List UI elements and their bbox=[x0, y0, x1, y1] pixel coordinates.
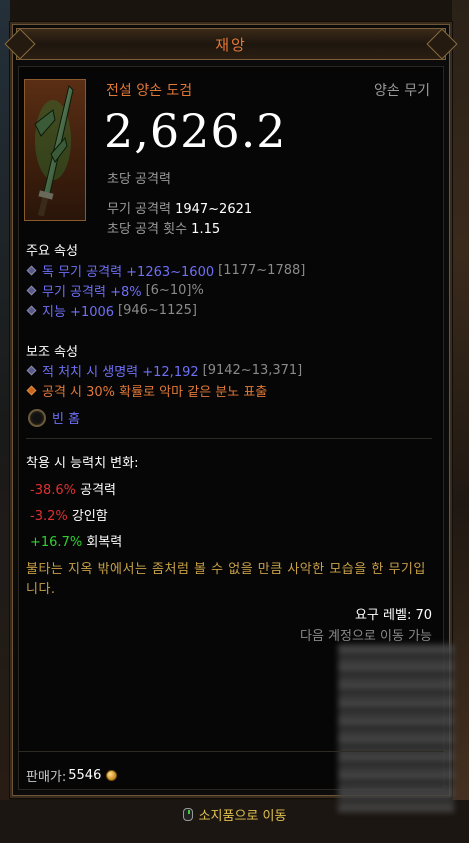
sell-price-amount: 5546 bbox=[68, 768, 102, 783]
obscured-region bbox=[338, 644, 454, 812]
weapon-damage-label: 무기 공격력 bbox=[107, 202, 171, 217]
diamond-bullet-icon bbox=[26, 365, 37, 376]
divider bbox=[18, 751, 444, 752]
divider bbox=[26, 438, 432, 439]
required-level: 요구 레벨: 70 bbox=[354, 608, 432, 623]
weapon-damage: 무기 공격력 1947~2621 bbox=[107, 198, 252, 217]
sell-price: 판매가: 5546 bbox=[26, 766, 118, 785]
changes-heading: 착용 시 능력치 변화: bbox=[26, 456, 139, 471]
item-name: 재앙 bbox=[215, 35, 247, 54]
diamond-bullet-icon bbox=[26, 265, 37, 276]
attack-speed-label: 초당 공격 횟수 bbox=[107, 222, 188, 237]
empty-socket: 빈 홈 bbox=[28, 408, 80, 427]
primary-attr: 지능 +1006 [946~1125] bbox=[26, 301, 197, 320]
move-to-inventory-hint[interactable]: 소지품으로 이동 bbox=[182, 805, 286, 824]
item-type: 전설 양손 도검 bbox=[106, 83, 193, 99]
primary-attr: 무기 공격력 +8% [6~10]% bbox=[26, 281, 204, 300]
legendary-affix: 공격 시 30% 확률로 악마 같은 분노 표출 bbox=[26, 381, 267, 400]
stat-change: +16.7% 회복력 bbox=[30, 535, 123, 550]
secondary-attr: 적 처치 시 생명력 +12,192 [9142~13,371] bbox=[26, 361, 302, 380]
sell-price-label: 판매가: bbox=[26, 770, 67, 785]
secondary-heading: 보조 속성 bbox=[26, 345, 78, 360]
item-slot: 양손 무기 bbox=[374, 83, 430, 99]
flavor-text: 불타는 지옥 밖에서는 좀처럼 볼 수 없을 만큼 사악한 모습을 한 무기입니… bbox=[26, 562, 426, 597]
background-right bbox=[452, 0, 469, 843]
dps-value: 2,626.2 bbox=[104, 104, 287, 158]
title-bar: 재앙 bbox=[4, 28, 458, 60]
dps-label: 초당 공격력 bbox=[107, 172, 171, 187]
title-ornament-left bbox=[4, 28, 36, 60]
mouse-icon bbox=[182, 807, 193, 821]
diamond-bullet-icon bbox=[26, 285, 37, 296]
stat-change: -38.6% 공격력 bbox=[30, 483, 117, 498]
attack-speed-value: 1.15 bbox=[191, 222, 221, 237]
sword-icon bbox=[24, 79, 86, 221]
action-hint-bar: 소지품으로 이동 bbox=[0, 800, 469, 828]
gold-coin-icon bbox=[106, 770, 118, 781]
diamond-bullet-icon bbox=[26, 305, 37, 316]
stat-change: -3.2% 강인함 bbox=[30, 509, 108, 524]
account-bound: 다음 계정으로 이동 가능 bbox=[300, 629, 432, 644]
background-left bbox=[0, 0, 10, 843]
attack-speed: 초당 공격 횟수 1.15 bbox=[107, 218, 220, 237]
diamond-bullet-icon bbox=[26, 385, 37, 396]
primary-attr: 독 무기 공격력 +1263~1600 [1177~1788] bbox=[26, 261, 305, 280]
socket-icon bbox=[28, 408, 46, 427]
weapon-damage-value: 1947~2621 bbox=[175, 202, 253, 217]
primary-heading: 주요 속성 bbox=[26, 244, 78, 259]
item-tooltip: 재앙 전설 양손 도검 양손 무기 2,626.2 초당 공격력 무기 공격력 … bbox=[4, 22, 458, 812]
